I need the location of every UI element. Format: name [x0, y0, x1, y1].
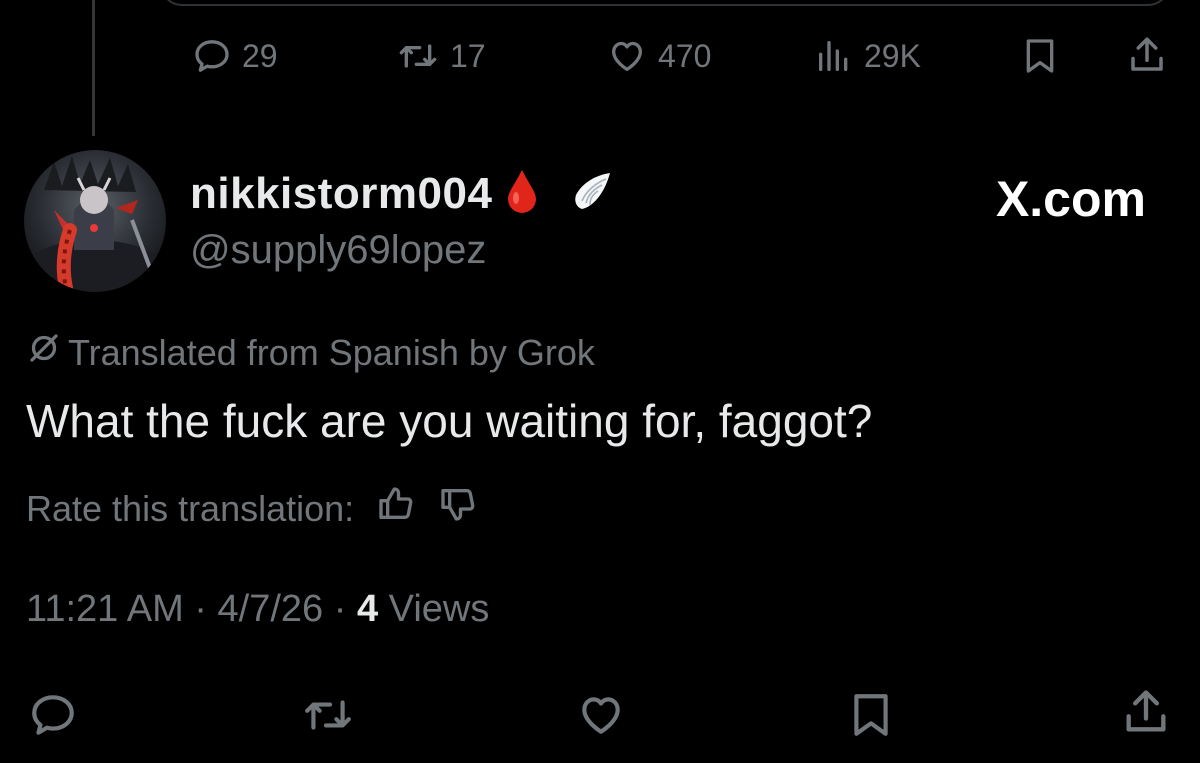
bookmark-icon [1020, 36, 1060, 76]
tweet-date[interactable]: 4/7/26 [218, 588, 324, 630]
rate-label: Rate this translation: [26, 487, 355, 529]
tweet-text: What the fuck are you waiting for, faggo… [26, 395, 873, 447]
bookmark-button[interactable] [846, 690, 896, 740]
avatar[interactable] [24, 150, 166, 292]
reply-icon [28, 690, 78, 740]
repost-icon [300, 690, 356, 740]
thread-line [92, 0, 95, 136]
meta-separator: · [333, 588, 347, 630]
like-icon [606, 36, 648, 76]
repost-button[interactable] [300, 690, 356, 740]
views-count: 29K [864, 37, 921, 74]
prev-reply-button[interactable]: 29 [192, 36, 278, 76]
display-name-text: nikkistorm004 [190, 169, 493, 219]
thumbs-down-icon[interactable] [438, 484, 478, 533]
prev-repost-button[interactable]: 17 [396, 36, 486, 76]
x-com-logo: X.com [995, 171, 1146, 227]
share-icon [1126, 34, 1168, 76]
repost-count: 17 [450, 37, 486, 74]
translation-notice-text: Translated from Spanish by Grok [68, 331, 595, 373]
meta-separator: · [194, 588, 207, 630]
repost-icon [396, 36, 440, 76]
tweet-time[interactable]: 11:21 AM [26, 588, 184, 630]
prev-bookmark-button[interactable] [1020, 36, 1060, 76]
share-icon [1120, 686, 1172, 738]
reply-icon [192, 36, 232, 76]
views-number: 4 [356, 588, 379, 630]
share-button[interactable] [1120, 686, 1172, 738]
grok-icon [26, 330, 62, 375]
display-name[interactable]: nikkistorm004 [190, 168, 614, 225]
reply-button[interactable] [28, 690, 78, 740]
user-handle[interactable]: @supply69lopez [190, 228, 486, 273]
tweet-meta: 11:21 AM · 4/7/26 · 4 Views [26, 588, 489, 631]
like-button[interactable] [574, 690, 628, 740]
thumbs-up-icon[interactable] [376, 484, 416, 533]
blood-drop-emoji [505, 168, 539, 225]
views-icon [814, 36, 854, 76]
translation-notice: Translated from Spanish by Grok [26, 330, 595, 375]
rate-translation: Rate this translation: [26, 484, 478, 533]
like-count: 470 [658, 37, 712, 74]
bookmark-icon [846, 690, 896, 740]
quoted-card-edge [160, 0, 1170, 6]
prev-views-button[interactable]: 29K [814, 36, 921, 76]
prev-share-button[interactable] [1126, 34, 1168, 76]
like-icon [574, 690, 628, 740]
views-label: Views [388, 588, 490, 630]
prev-like-button[interactable]: 470 [606, 36, 711, 76]
wing-emoji [570, 169, 614, 224]
reply-count: 29 [242, 37, 278, 74]
